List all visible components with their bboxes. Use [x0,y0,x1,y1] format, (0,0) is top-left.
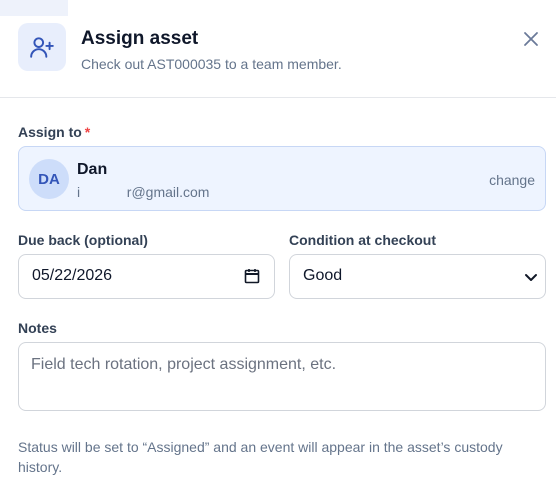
status-footnote: Status will be set to “Assigned” and an … [18,439,503,475]
avatar: DA [29,159,69,199]
chevron-down-icon [523,269,539,290]
dialog-header: Assign asset Check out AST000035 to a te… [0,0,556,98]
dialog-subtitle: Check out AST000035 to a team member. [81,56,342,72]
assign-to-label: Assign to * [18,124,90,140]
notes-placeholder: Field tech rotation, project assignment,… [31,356,337,373]
condition-value: Good [303,267,343,284]
selected-assignee-card[interactable]: DA Dan i r@gmail.com change [18,146,546,211]
condition-select[interactable]: Good [289,254,546,299]
assignee-name: Dan [77,161,108,178]
due-back-value: 05/22/2026 [32,267,113,284]
required-mark: * [84,124,91,140]
close-icon[interactable] [519,27,543,51]
change-assignee-link[interactable]: change [489,172,535,188]
due-back-date-input[interactable]: 05/22/2026 [18,254,275,299]
notes-label: Notes [18,320,57,336]
notes-textarea[interactable]: Field tech rotation, project assignment,… [18,342,546,411]
calendar-icon[interactable] [244,268,260,289]
assignee-email: i r@gmail.com [77,184,210,200]
condition-label: Condition at checkout [289,232,436,248]
assign-to-label-text: Assign to [18,124,82,140]
due-back-label: Due back (optional) [18,232,148,248]
dialog-title: Assign asset [81,28,199,49]
user-plus-icon [18,23,66,71]
